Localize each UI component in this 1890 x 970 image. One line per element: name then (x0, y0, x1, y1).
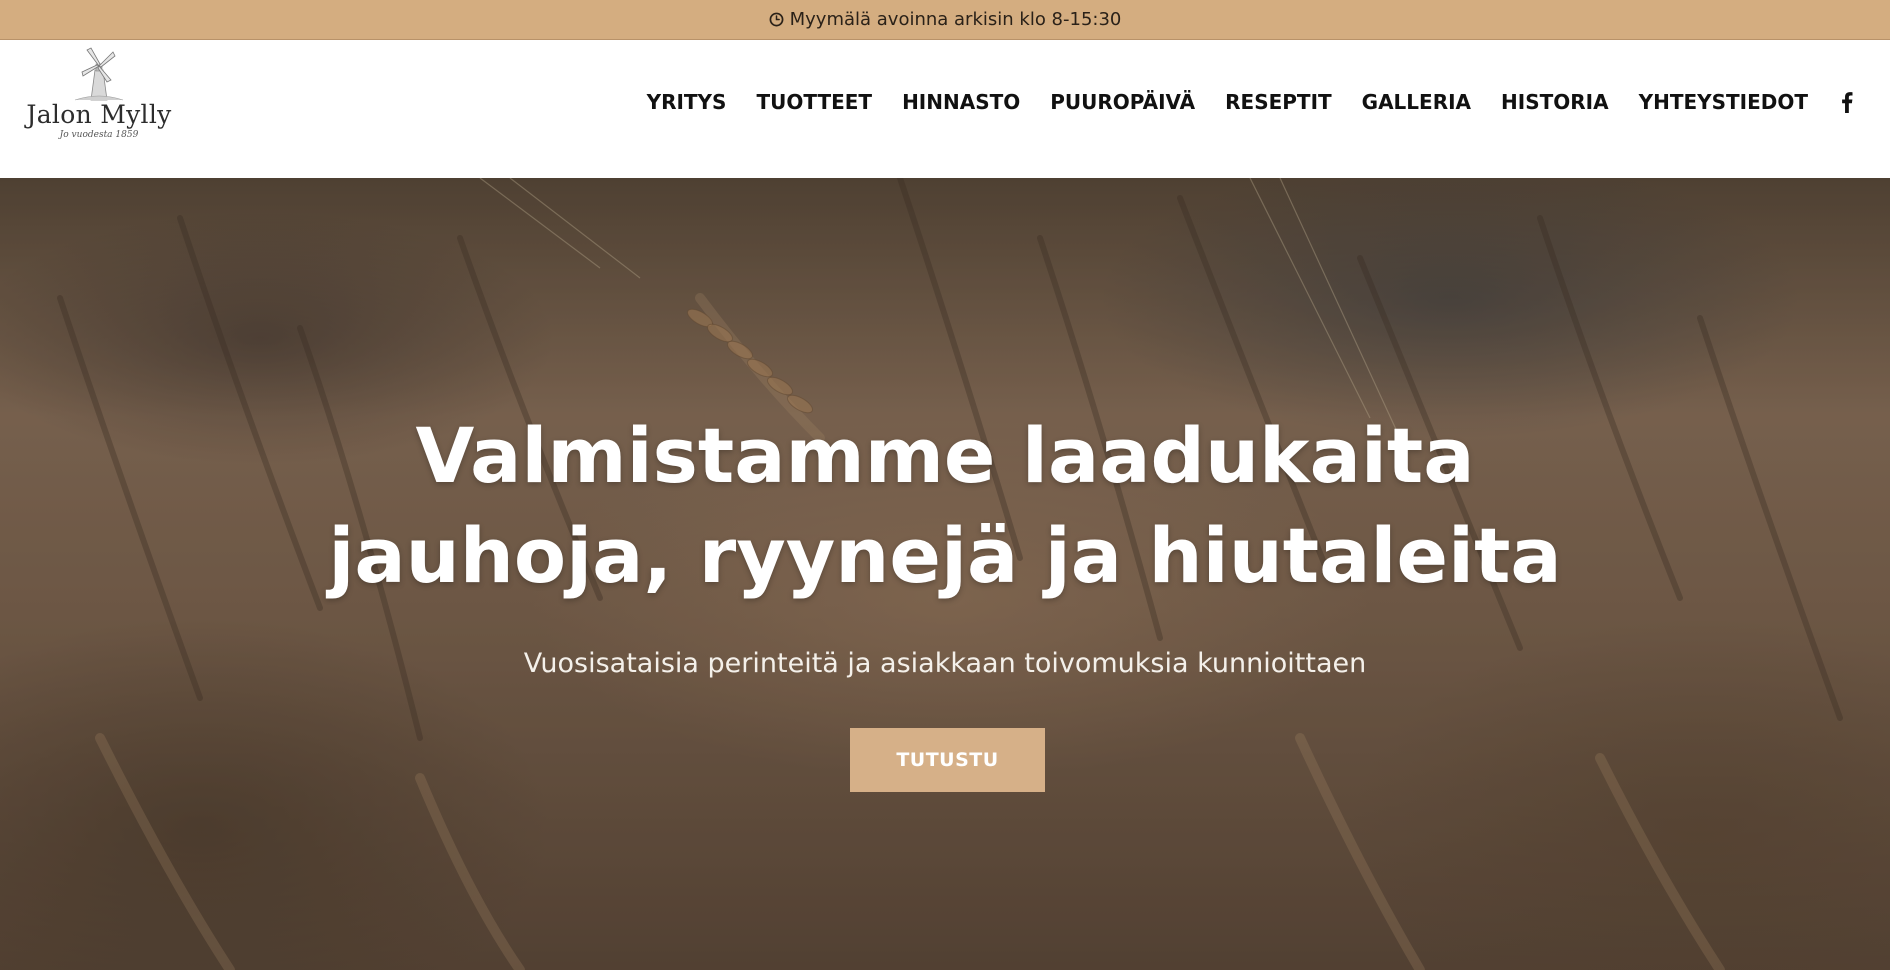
main-navigation: YRITYS TUOTTEET HINNASTO PUUROPÄIVÄ RESE… (647, 87, 1854, 117)
hero-content: Valmistamme laadukaita jauhoja, ryynejä … (0, 178, 1890, 970)
hero-title-line-1: Valmistamme laadukaita (415, 411, 1475, 500)
nav-item-galleria[interactable]: GALLERIA (1362, 90, 1471, 114)
explore-button[interactable]: TUTUSTU (850, 728, 1045, 792)
site-logo[interactable]: Jalon Mylly Jo vuodesta 1859 (24, 46, 174, 156)
logo-tagline: Jo vuodesta 1859 (59, 130, 139, 140)
facebook-icon[interactable] (1840, 91, 1854, 113)
nav-item-historia[interactable]: HISTORIA (1501, 90, 1609, 114)
nav-item-hinnasto[interactable]: HINNASTO (902, 90, 1020, 114)
hero-title-line-2: jauhoja, ryynejä ja hiutaleita (328, 511, 1562, 600)
hero-subtitle: Vuosisataisia perinteitä ja asiakkaan to… (523, 648, 1367, 679)
hero-section: Valmistamme laadukaita jauhoja, ryynejä … (0, 178, 1890, 970)
announcement-bar: Myymälä avoinna arkisin klo 8-15:30 (0, 0, 1890, 40)
clock-icon (769, 12, 784, 27)
nav-item-tuotteet[interactable]: TUOTTEET (756, 90, 872, 114)
nav-item-yritys[interactable]: YRITYS (647, 90, 727, 114)
logo-name: Jalon Mylly (26, 100, 172, 129)
site-header: Jalon Mylly Jo vuodesta 1859 YRITYS TUOT… (0, 40, 1890, 178)
windmill-icon (74, 47, 124, 101)
nav-item-puuropaiva[interactable]: PUUROPÄIVÄ (1050, 90, 1195, 114)
nav-item-reseptit[interactable]: RESEPTIT (1225, 90, 1332, 114)
hero-title: Valmistamme laadukaita jauhoja, ryynejä … (245, 406, 1645, 606)
nav-item-yhteystiedot[interactable]: YHTEYSTIEDOT (1639, 90, 1808, 114)
store-hours-text: Myymälä avoinna arkisin klo 8-15:30 (789, 9, 1122, 30)
